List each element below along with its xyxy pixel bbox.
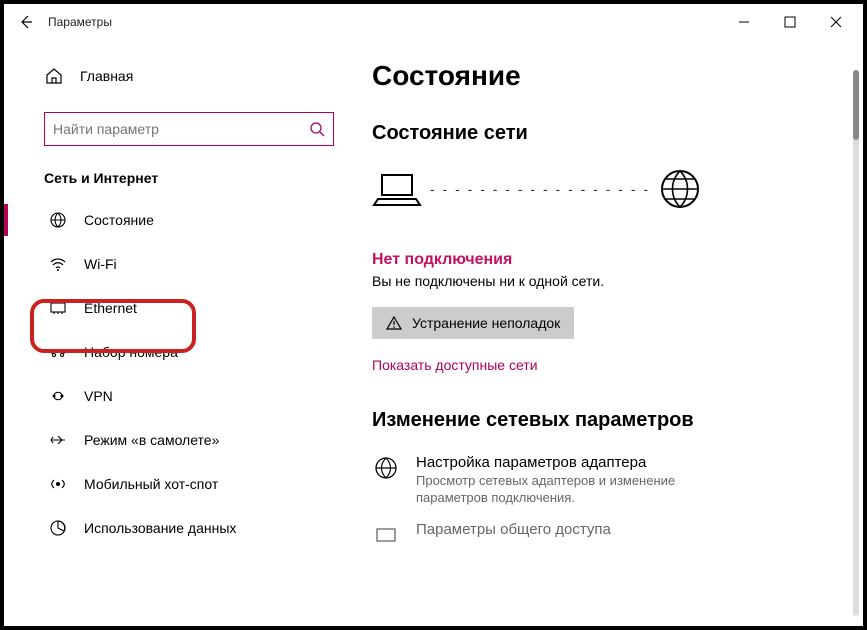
hotspot-icon — [48, 474, 68, 494]
adapter-settings-link[interactable]: Настройка параметров адаптера Просмотр с… — [372, 454, 863, 507]
sidebar-item-label: Мобильный хот-спот — [84, 476, 218, 492]
vpn-icon — [48, 386, 68, 406]
scrollbar-thumb[interactable] — [853, 70, 859, 140]
close-button[interactable] — [813, 4, 859, 40]
sidebar-item-data-usage[interactable]: Использование данных — [44, 506, 344, 550]
sidebar-item-label: Ethernet — [84, 300, 137, 316]
sharing-params-link[interactable]: Параметры общего доступа — [372, 521, 863, 549]
globe-large-icon — [658, 167, 702, 211]
scrollbar[interactable] — [853, 70, 859, 616]
sharing-icon — [372, 521, 400, 549]
back-button[interactable] — [8, 4, 44, 40]
content-area: Главная Сеть и Интернет Состояние Wi-Fi … — [4, 40, 863, 626]
sidebar-item-status[interactable]: Состояние — [44, 198, 344, 242]
window-title: Параметры — [48, 15, 112, 29]
main-pane: Состояние Состояние сети - - - - - - - -… — [344, 40, 863, 626]
wifi-icon — [48, 254, 68, 274]
home-icon — [44, 66, 64, 86]
sidebar-item-wifi[interactable]: Wi-Fi — [44, 242, 344, 286]
network-status-heading: Состояние сети — [372, 122, 863, 145]
laptop-icon — [372, 169, 422, 209]
sidebar: Главная Сеть и Интернет Состояние Wi-Fi … — [4, 40, 344, 626]
search-box[interactable] — [44, 112, 334, 146]
sharing-params-title: Параметры общего доступа — [416, 521, 611, 538]
home-link[interactable]: Главная — [44, 60, 344, 92]
page-title: Состояние — [372, 60, 863, 92]
search-icon — [309, 121, 325, 137]
sidebar-item-dialup[interactable]: Набор номера — [44, 330, 344, 374]
sidebar-item-hotspot[interactable]: Мобильный хот-спот — [44, 462, 344, 506]
adapter-icon — [372, 454, 400, 507]
search-input[interactable] — [53, 121, 309, 137]
window-controls — [721, 4, 859, 40]
maximize-button[interactable] — [767, 4, 813, 40]
troubleshoot-label: Устранение неполадок — [412, 315, 560, 331]
sidebar-item-label: Использование данных — [84, 520, 236, 536]
dialup-icon — [48, 342, 68, 362]
connection-dashes: - - - - - - - - - - - - - - - - - - — [430, 181, 650, 197]
sidebar-item-label: Состояние — [84, 212, 154, 228]
change-params-heading: Изменение сетевых параметров — [372, 409, 863, 432]
minimize-icon — [738, 16, 750, 28]
titlebar: Параметры — [4, 4, 863, 40]
minimize-button[interactable] — [721, 4, 767, 40]
network-diagram: - - - - - - - - - - - - - - - - - - — [372, 167, 863, 211]
globe-icon — [48, 210, 68, 230]
no-connection-subtitle: Вы не подключены ни к одной сети. — [372, 273, 863, 289]
sidebar-item-label: Wi-Fi — [84, 256, 117, 272]
adapter-settings-title: Настройка параметров адаптера — [416, 454, 746, 471]
airplane-icon — [48, 430, 68, 450]
sidebar-item-airplane[interactable]: Режим «в самолете» — [44, 418, 344, 462]
no-connection-title: Нет подключения — [372, 251, 863, 269]
ethernet-icon — [48, 298, 68, 318]
sidebar-item-label: VPN — [84, 388, 113, 404]
home-label: Главная — [80, 68, 133, 84]
arrow-left-icon — [18, 14, 34, 30]
show-available-networks-link[interactable]: Показать доступные сети — [372, 357, 863, 373]
sidebar-item-label: Режим «в самолете» — [84, 432, 219, 448]
close-icon — [830, 16, 842, 28]
data-usage-icon — [48, 518, 68, 538]
sidebar-item-ethernet[interactable]: Ethernet — [44, 286, 344, 330]
warning-icon — [386, 315, 402, 331]
sidebar-item-vpn[interactable]: VPN — [44, 374, 344, 418]
adapter-settings-desc: Просмотр сетевых адаптеров и изменение п… — [416, 473, 746, 507]
sidebar-item-label: Набор номера — [84, 344, 178, 360]
maximize-icon — [784, 16, 796, 28]
troubleshoot-button[interactable]: Устранение неполадок — [372, 307, 574, 339]
sidebar-section-title: Сеть и Интернет — [44, 170, 344, 186]
